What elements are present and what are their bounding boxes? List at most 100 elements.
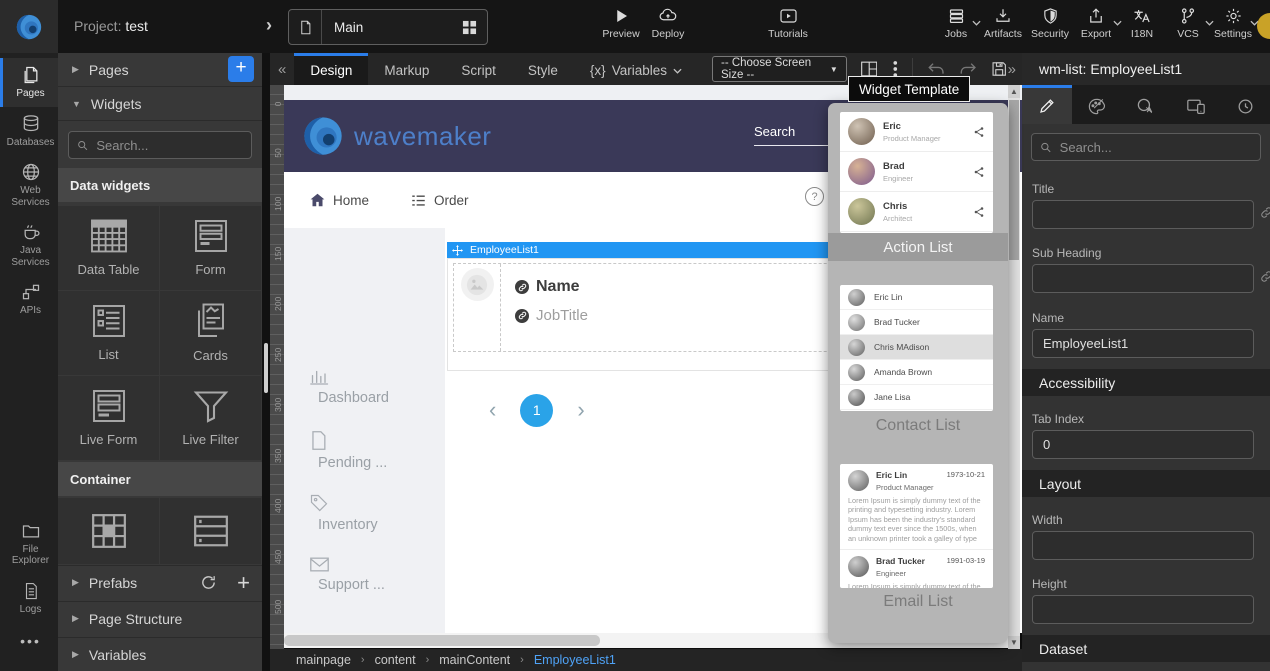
sub-heading-label: Sub Heading — [1032, 246, 1101, 260]
name-input[interactable] — [1032, 329, 1254, 358]
page-structure-section-header[interactable]: ▶ Page Structure — [58, 601, 262, 635]
bind-icon[interactable] — [1260, 270, 1270, 283]
section-layout[interactable]: Layout — [1022, 470, 1270, 497]
tutorials-button[interactable]: Tutorials — [760, 7, 816, 40]
bind-icon[interactable] — [1260, 206, 1270, 219]
tab-style[interactable]: Style — [512, 53, 574, 85]
wavemaker-logo[interactable] — [0, 0, 58, 53]
width-input[interactable] — [1032, 531, 1254, 560]
email-list-label[interactable]: Email List — [828, 593, 1008, 611]
tab-design[interactable]: Design — [294, 53, 368, 85]
variables-section-header[interactable]: ▶ Variables — [58, 637, 262, 671]
page-tab-main[interactable]: Main — [288, 9, 488, 45]
breadcrumb-item-active[interactable]: EmployeeList1 — [534, 653, 616, 667]
more-menu[interactable]: ••• — [0, 626, 58, 656]
project-chevron-icon[interactable]: › — [266, 15, 272, 36]
expand-right-panel-button[interactable]: » — [1008, 61, 1016, 78]
section-dataset[interactable]: Dataset — [1022, 635, 1270, 662]
widget-tile-live-form[interactable]: Live Form — [58, 376, 159, 460]
side-nav-inventory[interactable]: Inventory — [310, 494, 378, 533]
list-item-image-cell[interactable] — [454, 264, 501, 351]
template-row: Brad Tucker — [840, 310, 993, 335]
section-accessibility[interactable]: Accessibility — [1022, 369, 1270, 396]
artifacts-menu[interactable]: Artifacts — [979, 7, 1027, 40]
side-nav-pending[interactable]: Pending ... — [310, 431, 387, 471]
widget-tile-data-table[interactable]: Data Table — [58, 206, 159, 290]
nav-item-order[interactable]: Order — [411, 193, 469, 208]
sidebar-item-web-services[interactable]: Web Services — [0, 155, 58, 215]
tab-script[interactable]: Script — [445, 53, 512, 85]
widget-tile-form[interactable]: Form — [160, 206, 261, 290]
side-nav-dashboard[interactable]: Dashboard — [310, 368, 389, 406]
widgets-section-header[interactable]: ▼ Widgets — [58, 87, 262, 121]
action-list-label[interactable]: Action List — [828, 233, 1008, 261]
tab-index-input[interactable] — [1032, 430, 1254, 459]
deploy-button[interactable]: Deploy — [640, 7, 696, 40]
layout-split-icon[interactable] — [861, 61, 877, 77]
scrollbar-thumb[interactable] — [264, 343, 268, 393]
sub-heading-input[interactable] — [1032, 264, 1254, 293]
tab-events[interactable] — [1121, 85, 1171, 124]
prev-page-arrow[interactable]: ‹ — [489, 397, 496, 423]
tab-properties[interactable] — [1022, 85, 1072, 124]
title-input[interactable] — [1032, 200, 1254, 229]
next-page-arrow[interactable]: › — [577, 397, 584, 423]
properties-search-input[interactable] — [1058, 139, 1252, 156]
help-icon[interactable]: ? — [805, 187, 824, 206]
branch-icon — [1179, 7, 1197, 25]
save-icon[interactable] — [991, 60, 1007, 78]
sidebar-item-pages[interactable]: Pages — [0, 58, 58, 107]
widget-tile-live-filter[interactable]: Live Filter — [160, 376, 261, 460]
add-prefab-button[interactable]: + — [237, 570, 250, 596]
widget-tile-cards[interactable]: Cards — [160, 291, 261, 375]
height-input[interactable] — [1032, 595, 1254, 624]
security-menu[interactable]: Security — [1026, 7, 1074, 40]
current-page-button[interactable]: 1 — [520, 394, 553, 427]
i18n-menu[interactable]: I18N — [1118, 7, 1166, 40]
variables-dropdown[interactable]: {x}Variables — [574, 53, 698, 85]
properties-search[interactable] — [1031, 133, 1261, 161]
user-avatar[interactable] — [1257, 13, 1270, 39]
jobtitle-field[interactable]: JobTitle — [515, 307, 588, 324]
tab-styles[interactable] — [1072, 85, 1122, 124]
widget-tile-layout-grid[interactable] — [58, 498, 159, 564]
widget-tile-accordion[interactable] — [160, 498, 261, 564]
tab-more[interactable] — [1220, 85, 1270, 124]
widget-tile-list[interactable]: List — [58, 291, 159, 375]
breadcrumb-item[interactable]: mainContent — [439, 653, 510, 667]
side-nav-support[interactable]: Support ... — [310, 557, 385, 593]
template-action-list[interactable]: EricProduct Manager BradEngineer ChrisAr… — [840, 112, 993, 233]
contact-list-label[interactable]: Contact List — [828, 417, 1008, 435]
refresh-icon[interactable] — [200, 574, 217, 591]
devices-icon — [1186, 97, 1206, 115]
widget-search-input[interactable] — [94, 137, 243, 154]
sidebar-item-file-explorer[interactable]: File Explorer — [0, 514, 58, 574]
tab-markup[interactable]: Markup — [368, 53, 445, 85]
template-contact-list[interactable]: Eric Lin Brad Tucker Chris MAdison Amand… — [840, 285, 993, 411]
add-page-button[interactable]: + — [228, 56, 254, 82]
screen-size-select[interactable]: -- Choose Screen Size -- ▼ — [712, 56, 847, 82]
scroll-up-arrow[interactable]: ▲ — [1008, 85, 1020, 98]
template-email-list[interactable]: Eric LinProduct Manager 1973-10-21 Lorem… — [840, 464, 993, 588]
logs-icon — [22, 581, 40, 601]
breadcrumb-item[interactable]: content — [375, 653, 416, 667]
name-field[interactable]: Name — [515, 278, 588, 296]
sidebar-item-logs[interactable]: Logs — [0, 574, 58, 623]
collapse-left-panel-button[interactable]: « — [270, 61, 294, 78]
breadcrumb-item[interactable]: mainpage — [296, 653, 351, 667]
scrollbar-thumb[interactable] — [284, 635, 600, 646]
tab-devices[interactable] — [1171, 85, 1221, 124]
nav-item-home[interactable]: Home — [310, 193, 369, 208]
sidebar-item-databases[interactable]: Databases — [0, 107, 58, 156]
pages-grid-icon[interactable] — [462, 20, 487, 35]
prefabs-section-header[interactable]: ▶ Prefabs + — [58, 565, 262, 599]
panel-scrollbar[interactable] — [262, 53, 270, 671]
sidebar-item-java-services[interactable]: Java Services — [0, 215, 58, 275]
scroll-down-arrow[interactable]: ▼ — [1008, 636, 1020, 649]
pages-section-header[interactable]: ▶ Pages + — [58, 53, 262, 87]
canvas-vertical-scrollbar[interactable]: ▲ ▼ — [1008, 85, 1020, 649]
app-brand-text: wavemaker — [354, 121, 491, 152]
scrollbar-thumb[interactable] — [1009, 100, 1019, 260]
widget-search[interactable] — [68, 131, 252, 159]
sidebar-item-apis[interactable]: APIs — [0, 275, 58, 324]
